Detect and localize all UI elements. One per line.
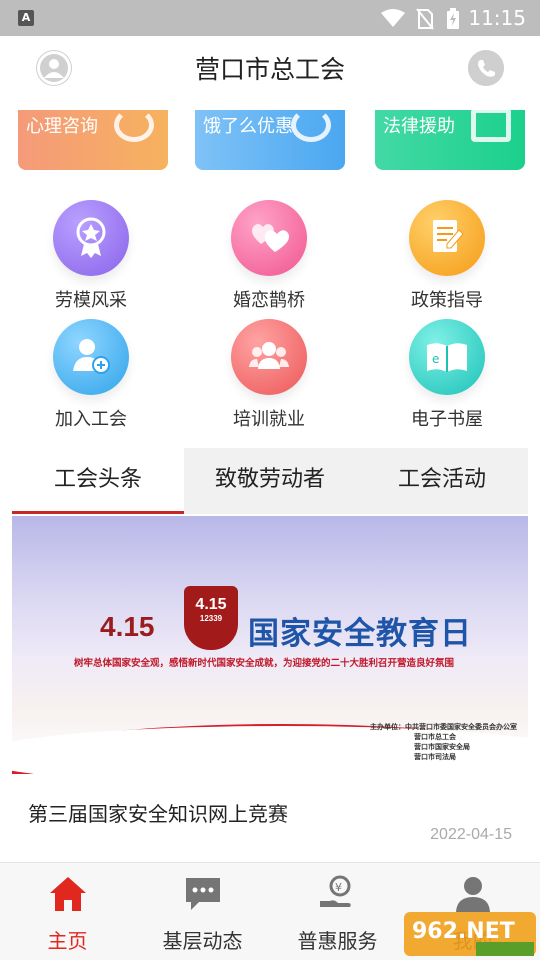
ebook-icon: e [409,319,485,395]
grid-item-label: 培训就业 [233,409,305,430]
shield-subtext: 12339 [199,614,223,623]
grid-item-label: 政策指导 [411,290,483,311]
grid-item-ebook-house[interactable]: e 电子书屋 [377,319,517,431]
page-title: 营口市总工会 [194,55,345,84]
banner-date: 4.15 [100,611,155,642]
card-label: 饿了么优惠 [203,116,293,137]
organizer-line: 主办单位：中共营口市委国家安全委员会办公室 [370,723,517,731]
organizer-line: 营口市国家安全局 [414,743,470,751]
group-icon [231,319,307,395]
banner-headline: 国家安全教育日 [248,616,472,652]
card-label: 法律援助 [383,116,455,137]
banner-organizers: 主办单位：中共营口市委国家安全委员会办公室 营口市总工会 营口市国家安全局 营口… [370,722,517,762]
card-eleme-discount[interactable]: 饿了么优惠 [195,110,345,170]
card-legal-aid[interactable]: 法律援助 [375,110,525,170]
news-item-title[interactable]: 第三届国家安全知识网上竞赛 [28,798,288,827]
eleme-logo-icon [291,110,331,142]
tab-union-headlines[interactable]: 工会头条 [12,448,184,514]
svg-text:962.NET: 962.NET [412,919,515,944]
tab-union-activities[interactable]: 工会活动 [356,448,528,514]
no-sim-icon [416,8,434,30]
medal-icon [53,200,129,276]
grid-item-label: 加入工会 [55,409,127,430]
app-header: 营口市总工会 [0,36,540,102]
feature-cards: 心理咨询 饿了么优惠 法律援助 [0,110,540,172]
tab-salute-workers[interactable]: 致敬劳动者 [184,448,356,514]
wifi-icon [381,9,405,27]
grid-item-label: 婚恋鹊桥 [233,290,305,311]
nav-label: 普惠服务 [297,929,378,953]
call-button[interactable] [468,50,504,86]
grid-item-matchmaking[interactable]: 婚恋鹊桥 [199,200,339,312]
grid-item-policy-guide[interactable]: 政策指导 [377,200,517,312]
chat-bubble-icon [185,878,220,910]
card-psych-consult[interactable]: 心理咨询 [18,110,168,170]
nav-label: 主页 [47,929,88,953]
organizer-line: 营口市司法局 [414,753,456,761]
nav-label: 基层动态 [162,929,243,953]
nav-benefit-services[interactable]: ¥ 普惠服务 [270,863,405,961]
grid-item-label: 电子书屋 [411,409,483,430]
organizer-line: 营口市总工会 [414,733,456,741]
document-pen-icon [409,200,485,276]
clock: 11:15 [468,6,526,30]
grid-item-model-workers[interactable]: 劳模风采 [21,200,161,312]
battery-charging-icon [447,8,459,29]
banner-slogan: 树牢总体国家安全观，感悟新时代国家安全成就，为迎接党的二十大胜利召开营造良好氛围 [74,658,455,669]
site-watermark-logo: 962.NET [404,912,536,956]
heart-bubble-icon [114,110,154,142]
news-tabs: 工会头条 致敬劳动者 工会活动 [12,448,528,514]
grid-item-training-employment[interactable]: 培训就业 [199,319,339,431]
status-bar: A 11:15 [0,0,540,36]
security-shield-emblem: 4.15 12339 [184,586,238,650]
svg-text:¥: ¥ [335,881,342,894]
news-banner-image[interactable]: 4.15 4.15 12339 国家安全教育日 树牢总体国家安全观，感悟新时代国… [12,516,528,774]
grid-item-join-union[interactable]: 加入工会 [21,319,161,431]
news-item-date: 2022-04-15 [430,826,512,843]
hearts-icon [231,200,307,276]
nav-home[interactable]: 主页 [0,863,135,961]
svg-text:e: e [432,352,439,366]
card-label: 心理咨询 [26,116,98,137]
nav-grassroots-news[interactable]: 基层动态 [135,863,270,961]
scale-icon [471,110,511,142]
home-icon [49,877,86,911]
app-notification-icon: A [18,10,34,26]
add-user-icon [53,319,129,395]
phone-icon [468,50,504,86]
shield-text: 4.15 [195,596,227,613]
hand-coin-icon: ¥ [319,875,351,907]
grid-item-label: 劳模风采 [55,290,127,311]
